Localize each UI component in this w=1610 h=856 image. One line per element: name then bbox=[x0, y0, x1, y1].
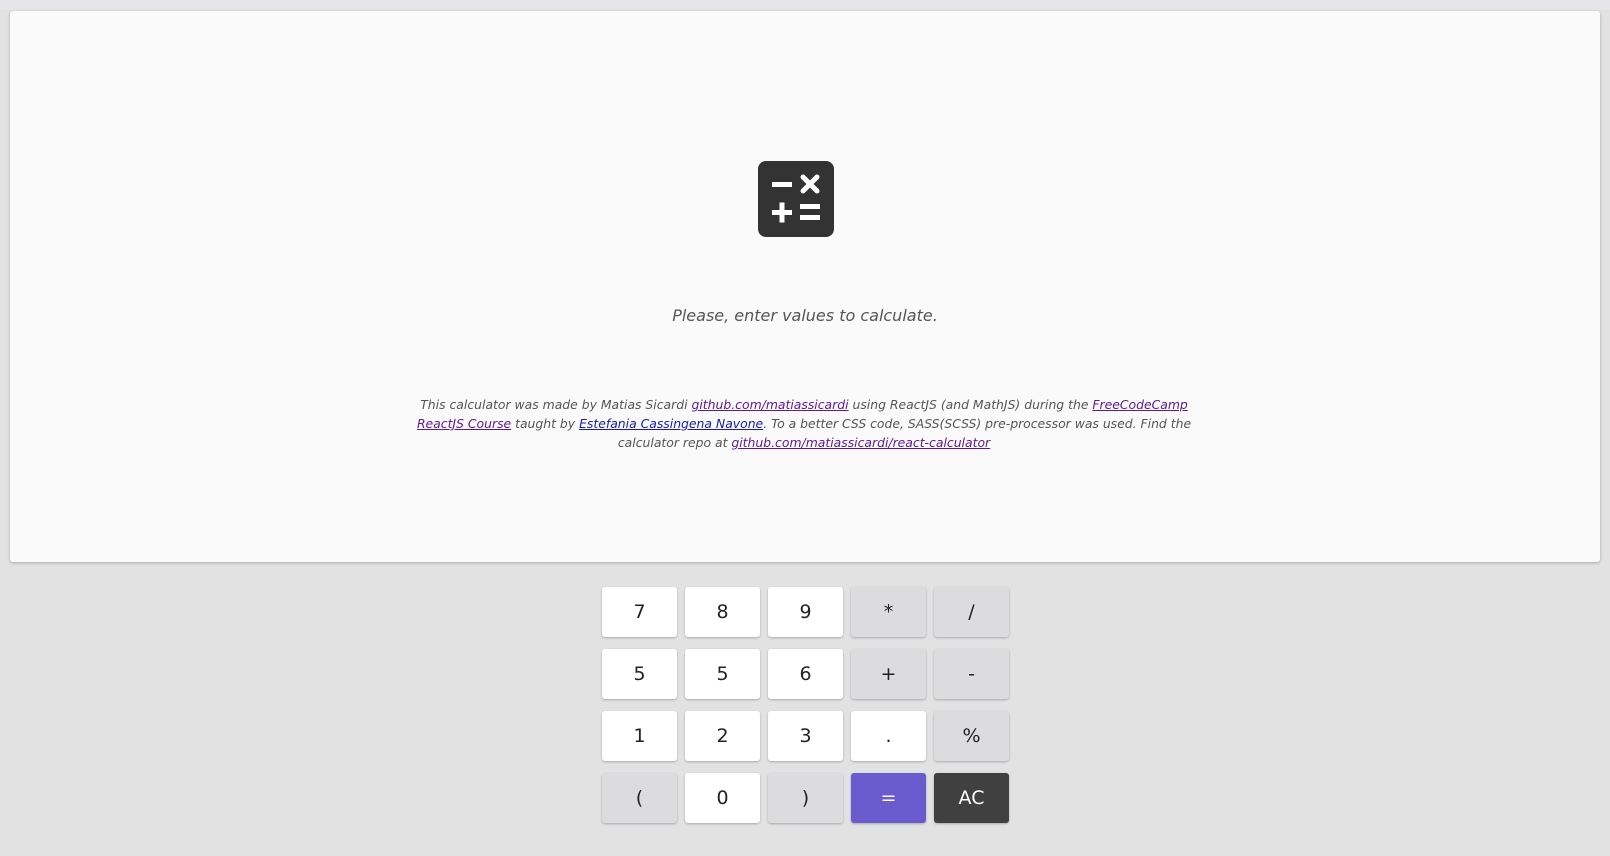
teacher-link[interactable]: Estefania Cassingena Navone bbox=[579, 416, 763, 431]
key-5a[interactable]: 5 bbox=[602, 649, 677, 699]
credits-part-2: using ReactJS (and MathJS) during the bbox=[848, 397, 1093, 412]
keypad: 7 8 9 * / 5 5 6 + - 1 2 3 . % ( 0 ) = AC bbox=[602, 587, 1009, 823]
key-2[interactable]: 2 bbox=[685, 711, 760, 761]
key-plus[interactable]: + bbox=[851, 649, 926, 699]
key-percent[interactable]: % bbox=[934, 711, 1009, 761]
display-panel: Please, enter values to calculate. This … bbox=[10, 11, 1600, 562]
key-minus[interactable]: - bbox=[934, 649, 1009, 699]
result-message: Please, enter values to calculate. bbox=[672, 306, 938, 325]
key-9[interactable]: 9 bbox=[768, 587, 843, 637]
key-1[interactable]: 1 bbox=[602, 711, 677, 761]
key-5b[interactable]: 5 bbox=[685, 649, 760, 699]
key-open-paren[interactable]: ( bbox=[602, 773, 677, 823]
key-all-clear[interactable]: AC bbox=[934, 773, 1009, 823]
credits-part-3: taught by bbox=[511, 416, 580, 431]
key-divide[interactable]: / bbox=[934, 587, 1009, 637]
key-equals[interactable]: = bbox=[851, 773, 926, 823]
top-strip bbox=[0, 0, 1610, 10]
key-multiply[interactable]: * bbox=[851, 587, 926, 637]
credits-part-1: This calculator was made by Matias Sicar… bbox=[420, 397, 692, 412]
key-close-paren[interactable]: ) bbox=[768, 773, 843, 823]
credits-text: This calculator was made by Matias Sicar… bbox=[404, 395, 1204, 452]
key-7[interactable]: 7 bbox=[602, 587, 677, 637]
calculator-icon bbox=[758, 161, 834, 237]
key-3[interactable]: 3 bbox=[768, 711, 843, 761]
key-8[interactable]: 8 bbox=[685, 587, 760, 637]
repo-link[interactable]: github.com/matiassicardi/react-calculato… bbox=[731, 435, 990, 450]
key-0[interactable]: 0 bbox=[685, 773, 760, 823]
key-6[interactable]: 6 bbox=[768, 649, 843, 699]
github-link[interactable]: github.com/matiassicardi bbox=[692, 397, 849, 412]
key-decimal[interactable]: . bbox=[851, 711, 926, 761]
